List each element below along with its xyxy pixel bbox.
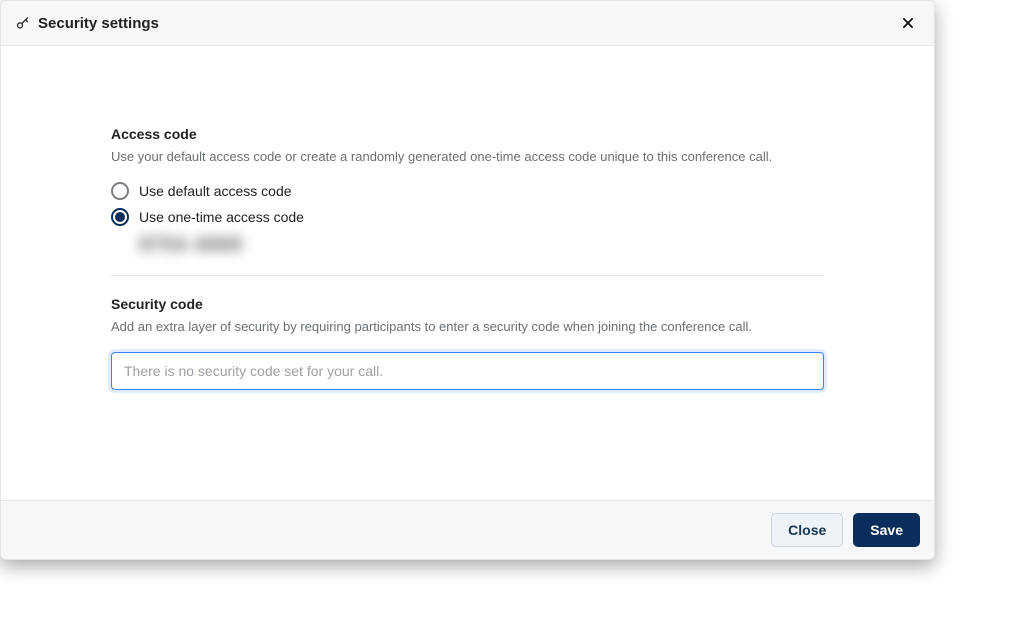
radio-default-access-code[interactable]: Use default access code — [111, 182, 824, 200]
access-code-description: Use your default access code or create a… — [111, 148, 824, 166]
security-settings-modal: Security settings Access code Use your d… — [0, 0, 935, 560]
radio-onetime-label: Use one-time access code — [139, 209, 304, 225]
security-code-heading: Security code — [111, 296, 824, 312]
access-code-heading: Access code — [111, 126, 824, 142]
security-code-input[interactable] — [111, 352, 824, 390]
radio-checked-icon — [111, 208, 129, 226]
modal-header: Security settings — [1, 1, 934, 46]
modal-title: Security settings — [38, 15, 159, 32]
security-code-description: Add an extra layer of security by requir… — [111, 318, 824, 336]
radio-default-label: Use default access code — [139, 183, 292, 199]
radio-unchecked-icon — [111, 182, 129, 200]
close-button[interactable]: Close — [771, 513, 843, 547]
header-left: Security settings — [15, 15, 159, 32]
key-icon — [15, 16, 30, 31]
save-button[interactable]: Save — [853, 513, 920, 547]
modal-footer: Close Save — [1, 500, 934, 559]
radio-onetime-access-code[interactable]: Use one-time access code — [111, 208, 824, 226]
modal-body: Access code Use your default access code… — [1, 46, 934, 500]
close-icon[interactable] — [896, 11, 920, 35]
onetime-code-display: 9754 4069 — [139, 234, 824, 257]
section-divider — [111, 275, 824, 276]
